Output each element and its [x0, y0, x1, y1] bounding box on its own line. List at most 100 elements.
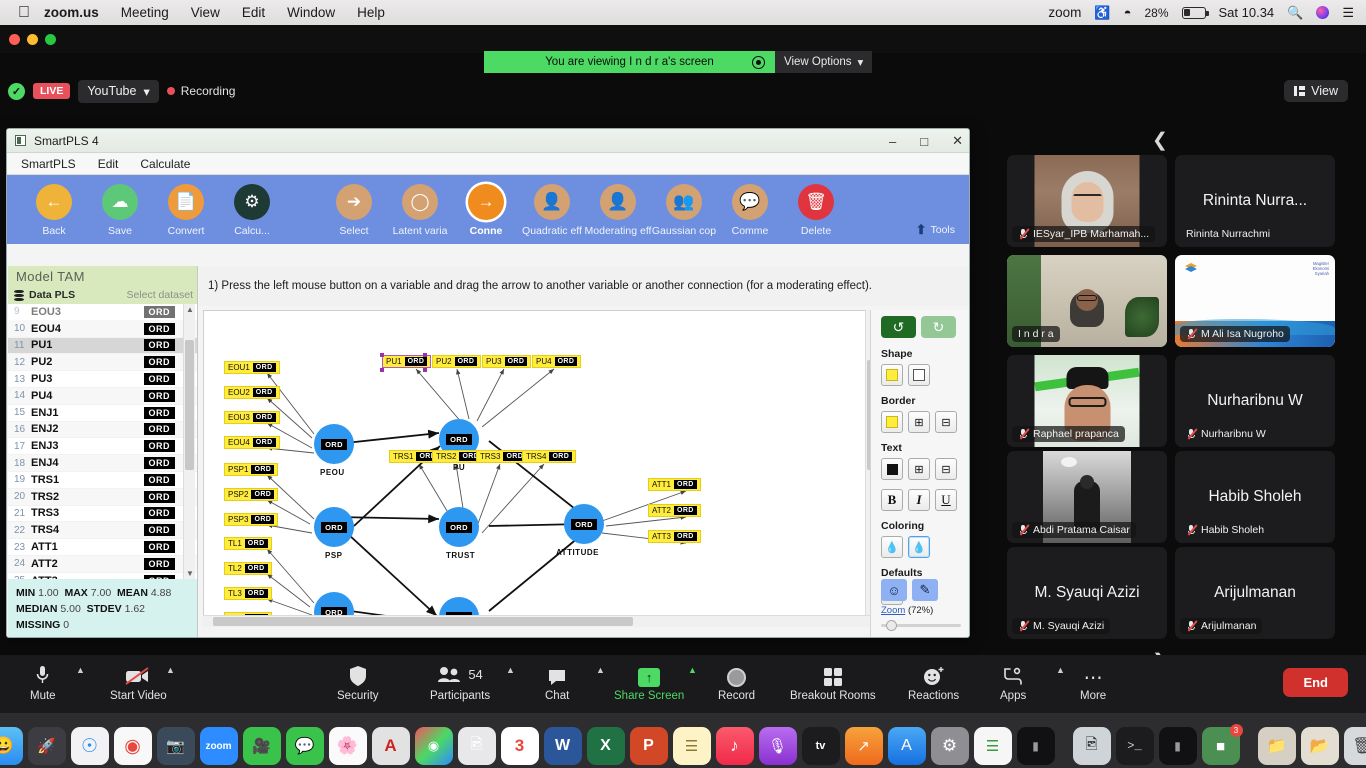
- toolbar-gaussian-copula-button[interactable]: 👥 Gaussian cop: [651, 184, 717, 237]
- share-options-caret[interactable]: ▲: [688, 665, 697, 675]
- variable-list[interactable]: 9 EOU3 ORD 10 EOU4 ORD 11 PU1 ORD 12 PU2: [8, 304, 197, 579]
- latent-variable-trust[interactable]: ORD: [439, 507, 479, 547]
- chat-button[interactable]: Chat: [545, 661, 569, 702]
- apps-button[interactable]: Apps: [1000, 661, 1026, 702]
- indicator-eou4[interactable]: EOU4 ORD: [224, 436, 280, 449]
- italic-button[interactable]: I: [908, 489, 930, 511]
- participants-options-caret[interactable]: ▲: [506, 665, 515, 675]
- toolbar-moderating-effect-button[interactable]: 👤 Moderating eff: [585, 184, 651, 237]
- chevron-up-icon[interactable]: ❮: [1152, 129, 1168, 152]
- photos-icon[interactable]: 🌸: [328, 727, 367, 765]
- scroll-down-icon[interactable]: ▼: [186, 569, 194, 578]
- apps-options-caret[interactable]: ▲: [1056, 665, 1065, 675]
- toolbar-calculate-button[interactable]: ⚙ Calcu...: [219, 184, 285, 237]
- control-center-icon[interactable]: ☰: [1342, 5, 1354, 21]
- participant-tile[interactable]: Abdi Pratama Caisar: [1007, 451, 1167, 543]
- table-row[interactable]: 14 PU4 ORD: [8, 387, 197, 405]
- toolbar-select-button[interactable]: ➔ Select: [321, 184, 387, 237]
- platform-selector[interactable]: YouTube ▾: [78, 79, 159, 103]
- screenshot-icon[interactable]: 🖻: [1072, 727, 1111, 765]
- fill-drop-icon[interactable]: 💧: [908, 536, 930, 558]
- water-drop-icon[interactable]: 💧: [881, 536, 903, 558]
- zoom-slider[interactable]: [881, 619, 961, 631]
- indicator-trs4[interactable]: TRS4 ORD: [522, 450, 577, 463]
- maximize-window-button[interactable]: [45, 34, 56, 45]
- indicator-pu4[interactable]: PU4 ORD: [532, 355, 582, 368]
- start-video-button[interactable]: Start Video: [110, 661, 167, 702]
- selection-handle[interactable]: [423, 368, 427, 372]
- mute-button[interactable]: Mute: [30, 661, 56, 702]
- menu-calculate[interactable]: Calculate: [140, 157, 190, 171]
- indicator-pu2[interactable]: PU2 ORD: [432, 355, 482, 368]
- participant-tile[interactable]: Magister Ekonomi Syariah M Ali Isa Nugroho: [1175, 255, 1335, 347]
- view-layout-button[interactable]: View: [1284, 80, 1348, 102]
- participant-tile[interactable]: Raphael prapanca: [1007, 355, 1167, 447]
- chrome-icon[interactable]: ◉: [113, 727, 152, 765]
- indicator-eou1[interactable]: EOU1 ORD: [224, 361, 280, 374]
- border-increase-button[interactable]: ⊞: [908, 411, 930, 433]
- latent-variable-attitude[interactable]: ORD: [564, 504, 604, 544]
- siri-icon[interactable]: [1316, 6, 1330, 19]
- security-button[interactable]: Security: [337, 661, 379, 702]
- table-row[interactable]: 12 PU2 ORD: [8, 354, 197, 372]
- table-row[interactable]: 20 TRS2 ORD: [8, 488, 197, 506]
- zoom-link[interactable]: Zoom: [881, 605, 905, 616]
- menu-item-edit[interactable]: Edit: [242, 5, 265, 20]
- indicator-eou3[interactable]: EOU3 ORD: [224, 411, 280, 424]
- acrobat-icon[interactable]: A: [371, 727, 410, 765]
- indicator-pu3[interactable]: PU3 ORD: [482, 355, 532, 368]
- word-icon[interactable]: W: [543, 727, 582, 765]
- participants-button[interactable]: 54 Participants: [430, 661, 490, 703]
- zoom-slider-knob[interactable]: [886, 620, 897, 631]
- table-row[interactable]: 17 ENJ3 ORD: [8, 438, 197, 456]
- indicator-psp1[interactable]: PSP1 ORD: [224, 463, 279, 476]
- scrollbar-thumb[interactable]: [185, 340, 194, 470]
- table-row[interactable]: 10 EOU4 ORD: [8, 320, 197, 338]
- latent-variable-peou[interactable]: ORD: [314, 424, 354, 464]
- finder-icon[interactable]: 😀: [0, 727, 23, 765]
- podcasts-icon[interactable]: 🎙: [758, 727, 797, 765]
- table-row-selected[interactable]: 11 PU1 ORD: [8, 337, 197, 355]
- border-color-button[interactable]: [881, 411, 903, 433]
- calendar-icon[interactable]: 3: [500, 727, 539, 765]
- smartpls-icon[interactable]: ■ 3: [1201, 724, 1243, 765]
- indicator-att2[interactable]: ATT2 ORD: [648, 504, 701, 517]
- menu-smartpls[interactable]: SmartPLS: [21, 157, 76, 171]
- indicator-tl3[interactable]: TL3 ORD: [224, 587, 272, 600]
- indicator-psp2[interactable]: PSP2 ORD: [224, 488, 279, 501]
- close-window-button[interactable]: [9, 34, 20, 45]
- table-row[interactable]: 15 ENJ1 ORD: [8, 405, 197, 422]
- reactions-button[interactable]: Reactions: [908, 661, 959, 702]
- toolbar-quadratic-effect-button[interactable]: 👤 Quadratic eff: [519, 184, 585, 237]
- table-row[interactable]: 16 ENJ2 ORD: [8, 421, 197, 439]
- table-row[interactable]: 9 EOU3 ORD: [8, 304, 197, 321]
- selection-handle[interactable]: [380, 368, 384, 372]
- table-row[interactable]: 13 PU3 ORD: [8, 371, 197, 388]
- facetime-icon[interactable]: 🎥: [242, 727, 281, 765]
- breakout-rooms-button[interactable]: Breakout Rooms: [790, 661, 876, 702]
- minimize-window-button[interactable]: [27, 34, 38, 45]
- stop-viewing-icon[interactable]: [752, 55, 765, 69]
- window-traffic-lights[interactable]: [9, 34, 56, 45]
- canvas-horizontal-scrollbar[interactable]: [203, 615, 871, 627]
- menu-item-meeting[interactable]: Meeting: [121, 5, 169, 20]
- minimize-button[interactable]: –: [889, 134, 896, 149]
- latent-variable-psp[interactable]: ORD: [314, 507, 354, 547]
- record-button[interactable]: Record: [718, 661, 755, 702]
- menu-item-zoom-us[interactable]: zoom.us: [44, 5, 99, 20]
- table-row[interactable]: 18 ENJ4 ORD: [8, 455, 197, 472]
- toolbar-latent-variable-button[interactable]: ◯ Latent varia: [387, 184, 453, 237]
- view-options-button[interactable]: View Options ▾: [775, 51, 873, 73]
- participant-tile-active-speaker[interactable]: I n d r a: [1007, 255, 1167, 347]
- launchpad-icon[interactable]: 🚀: [27, 727, 66, 765]
- shape-style-button[interactable]: [908, 364, 930, 386]
- bold-button[interactable]: B: [881, 489, 903, 511]
- redo-icon[interactable]: ↻: [921, 316, 956, 338]
- participant-tile[interactable]: IESyar_IPB Marhamah...: [1007, 155, 1167, 247]
- terminal-dark-icon[interactable]: ▮: [1016, 727, 1055, 765]
- text-decrease-button[interactable]: ⊟: [935, 458, 957, 480]
- menu-item-window[interactable]: Window: [287, 5, 335, 20]
- smiley-icon[interactable]: ☺: [881, 579, 907, 601]
- terminal2-icon[interactable]: ▮: [1158, 727, 1197, 765]
- indicator-eou2[interactable]: EOU2 ORD: [224, 386, 280, 399]
